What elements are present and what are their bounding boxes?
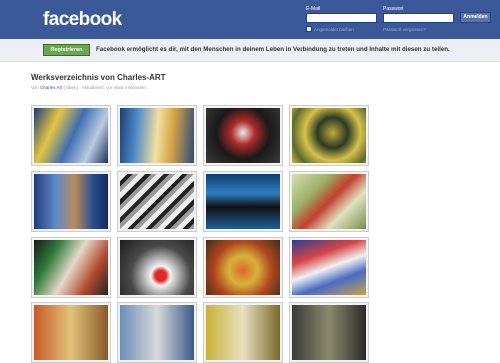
photo-image [120,305,194,360]
photo-blue-figures[interactable] [31,171,111,232]
photo-grid [0,0,500,363]
photo-yellow-green-circle[interactable] [289,105,369,166]
photo-image [206,174,280,229]
photo-image [120,108,194,163]
photo-dark-green-abstract[interactable] [31,237,111,298]
photo-flag-abstract[interactable] [289,237,369,298]
photo-image [206,108,280,163]
photo-dark-partial[interactable] [289,302,369,363]
photo-orange-partial[interactable] [31,302,111,363]
photo-black-white-abstract[interactable] [117,171,197,232]
photo-image [292,305,366,360]
photo-yellow-partial[interactable] [203,302,283,363]
photo-clown-face[interactable] [117,237,197,298]
photo-image [34,108,108,163]
photo-image [34,174,108,229]
photo-blue-yellow-abstract[interactable] [31,105,111,166]
photo-image [206,305,280,360]
photo-blue-grey-partial[interactable] [117,302,197,363]
photo-yellow-orange-figure[interactable] [203,237,283,298]
photo-blue-black-abstract[interactable] [203,171,283,232]
photo-image [206,240,280,295]
photo-image [292,108,366,163]
photo-green-red-abstract[interactable] [289,171,369,232]
photo-blue-figure[interactable] [117,105,197,166]
photo-image [34,240,108,295]
photo-image [120,174,194,229]
photo-image [292,174,366,229]
photo-image [120,240,194,295]
photo-dark-face[interactable] [203,105,283,166]
photo-image [34,305,108,360]
photo-image [292,240,366,295]
